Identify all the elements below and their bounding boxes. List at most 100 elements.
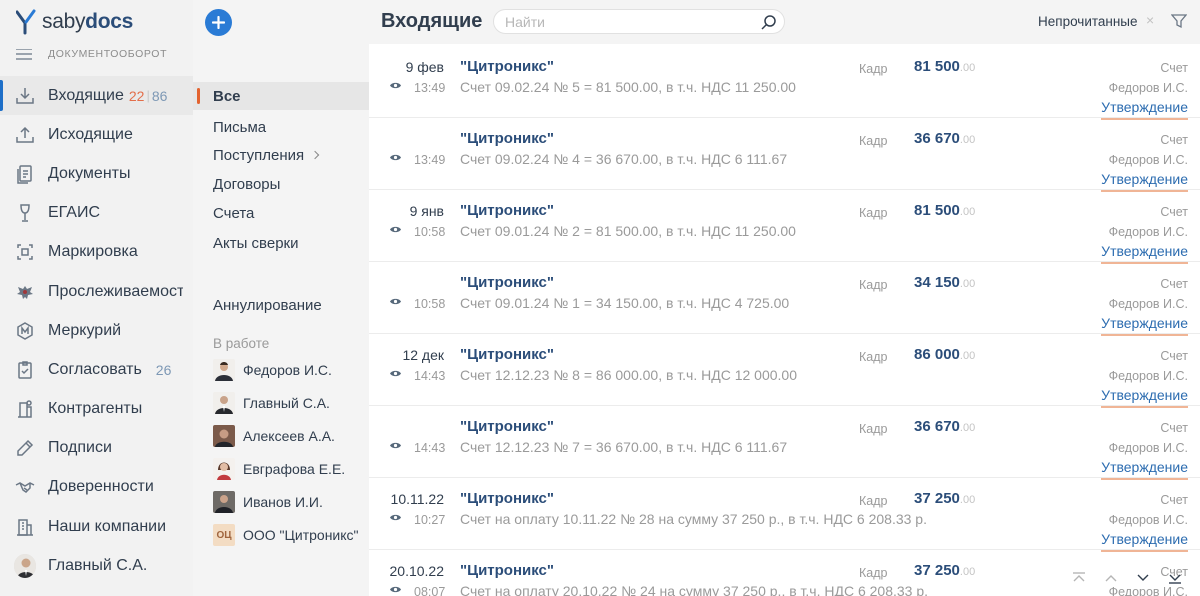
eagle-emblem-icon [14, 281, 36, 303]
document-date: 12 дек [402, 347, 444, 363]
nav-item-outgoing[interactable]: Исходящие [0, 115, 193, 154]
document-row[interactable]: 14:43 "Цитроникс" Счет 12.12.23 № 7 = 36 6… [369, 406, 1200, 480]
department-label: Кадр [859, 278, 888, 292]
document-date: 9 янв [409, 203, 444, 219]
page-down-button[interactable] [1130, 566, 1156, 590]
nav-item-marking[interactable]: Маркировка [0, 233, 193, 272]
document-time: 10:58 [414, 297, 446, 311]
workflow-stage-link[interactable]: Утверждение [1101, 315, 1188, 336]
document-type: Счет [1160, 205, 1188, 219]
sum-kopecks: .00 [959, 206, 976, 218]
clear-filter-icon[interactable]: × [1146, 12, 1154, 28]
responsible-person: Федоров И.С. [1108, 441, 1188, 455]
outgoing-upload-icon [14, 124, 36, 146]
search-input[interactable] [505, 14, 745, 30]
responsible-person: Федоров И.С. [1108, 513, 1188, 527]
mercury-m-icon [14, 320, 36, 342]
nav-item-label: Документы [48, 164, 131, 182]
nav-item-mercury[interactable]: Меркурий [0, 311, 193, 350]
document-sender: "Цитроникс" [460, 58, 555, 75]
folder-annulment[interactable]: Аннулирование [193, 291, 369, 319]
employee-filter-item[interactable]: Евграфова Е.Е. [213, 455, 345, 483]
nav-item-label: Контрагенты [48, 400, 143, 418]
workflow-stage-link[interactable]: Утверждение [1101, 387, 1188, 408]
document-row[interactable]: 9 фев 13:49 "Цитроникс" Счет 09.02.24 № 5 =… [369, 46, 1200, 120]
search-field[interactable] [493, 9, 785, 34]
handshake-icon [14, 476, 36, 498]
folder-invoices[interactable]: Счета [193, 199, 369, 227]
nav-item-signatures[interactable]: Подписи [0, 429, 193, 468]
nav-item-egais[interactable]: ЕГАИС [0, 194, 193, 233]
document-date: 20.10.22 [389, 563, 445, 579]
workflow-stage-link[interactable]: Утверждение [1101, 459, 1188, 480]
workflow-stage-link[interactable]: Утверждение [1101, 99, 1188, 120]
nav-item-documents[interactable]: Документы [0, 154, 193, 193]
document-row[interactable]: 13:49 "Цитроникс" Счет 09.02.24 № 4 = 36 6… [369, 118, 1200, 192]
scroll-to-bottom-button[interactable] [1162, 566, 1188, 590]
folder-receipts[interactable]: Поступления [193, 141, 369, 169]
search-icon[interactable] [760, 14, 777, 31]
workflow-stage-link[interactable]: Утверждение [1101, 243, 1188, 264]
page-up-button[interactable] [1098, 566, 1124, 590]
document-sender: "Цитроникс" [460, 562, 555, 579]
list-scroll-controls [1066, 566, 1188, 590]
document-row[interactable]: 10.11.22 10:27 "Цитроникс" Счет на оплату 1… [369, 478, 1200, 552]
workflow-stage-link[interactable]: Утверждение [1101, 531, 1188, 552]
nav-item-label: Согласовать [48, 360, 142, 378]
employee-filter-item[interactable]: Иванов И.И. [213, 488, 323, 516]
document-row[interactable]: 12 дек 14:43 "Цитроникс" Счет 12.12.23 № 8 … [369, 334, 1200, 408]
nav-item-powers-of-attorney[interactable]: Доверенности [0, 468, 193, 507]
employee-avatar [213, 392, 235, 414]
department-label: Кадр [859, 422, 888, 436]
document-sum: 34 150.00 [914, 274, 976, 291]
sum-kopecks: .00 [959, 350, 976, 362]
nav-item-label: ЕГАИС [48, 204, 100, 222]
double-chevron-down-icon [1169, 574, 1181, 584]
nav-item-current-user[interactable]: Главный С.А. [0, 546, 193, 585]
document-row[interactable]: 9 янв 10:58 "Цитроникс" Счет 09.01.24 № 2 =… [369, 190, 1200, 264]
filter-chip-unread[interactable]: Непрочитанные [1038, 14, 1138, 29]
department-label: Кадр [859, 206, 888, 220]
document-row[interactable]: 10:58 "Цитроникс" Счет 09.01.24 № 1 = 34 1… [369, 262, 1200, 336]
document-sum: 36 670.00 [914, 130, 976, 147]
marking-icon [14, 241, 36, 263]
nav-item-traceability[interactable]: Прослеживаемость [0, 272, 193, 311]
workflow-stage-link[interactable]: Утверждение [1101, 171, 1188, 192]
folder-contracts[interactable]: Договоры [193, 170, 369, 198]
responsible-person: Федоров И.С. [1108, 369, 1188, 383]
organization-badge: ОЦ [213, 524, 235, 546]
folder-all[interactable]: Все [193, 82, 369, 110]
document-sender: "Цитроникс" [460, 490, 555, 507]
nav-item-approve[interactable]: Согласовать 26 [0, 350, 193, 389]
nav-item-our-companies[interactable]: Наши компании [0, 507, 193, 546]
scroll-to-top-button[interactable] [1066, 566, 1092, 590]
department-label: Кадр [859, 62, 888, 76]
sabydocs-logo[interactable]: sabydocs [16, 8, 133, 36]
employee-filter-item[interactable]: Федоров И.С. [213, 356, 332, 384]
document-description: Счет 09.01.24 № 2 = 81 500.00, в т.ч. НД… [460, 223, 796, 239]
document-sum: 81 500.00 [914, 58, 976, 75]
chevron-right-icon[interactable] [310, 150, 320, 160]
saby-logo-icon [16, 9, 36, 35]
page-title: Входящие [381, 10, 483, 32]
folder-letters[interactable]: Письма [193, 113, 369, 141]
create-document-button[interactable] [205, 9, 232, 36]
filter-funnel-icon[interactable] [1171, 13, 1187, 29]
organization-filter-item[interactable]: ОЦ ООО "Цитроникс" [213, 521, 359, 549]
document-description: Счет 09.02.24 № 5 = 81 500.00, в т.ч. НД… [460, 79, 796, 95]
nav-item-counterparties[interactable]: Контрагенты [0, 390, 193, 429]
app-sidebar: sabydocs ДОКУМЕНТООБОРОТ Входящие 22 | 8… [0, 0, 193, 596]
document-type: Счет [1160, 421, 1188, 435]
list-header: Входящие Непрочитанные × [369, 0, 1200, 44]
nav-item-incoming[interactable]: Входящие 22 | 86 [0, 76, 193, 116]
employee-filter-item[interactable]: Главный С.А. [213, 389, 330, 417]
eye-viewed-icon [390, 298, 401, 305]
menu-burger-icon[interactable] [16, 48, 32, 60]
nav-item-label: Главный С.А. [48, 556, 148, 574]
folder-reconciliation-acts[interactable]: Акты сверки [193, 229, 369, 257]
employee-avatar [213, 491, 235, 513]
responsible-person: Федоров И.С. [1108, 297, 1188, 311]
employee-filter-item[interactable]: Алексеев А.А. [213, 422, 335, 450]
nav-item-label: Наши компании [48, 517, 167, 535]
eye-viewed-icon [390, 370, 401, 377]
